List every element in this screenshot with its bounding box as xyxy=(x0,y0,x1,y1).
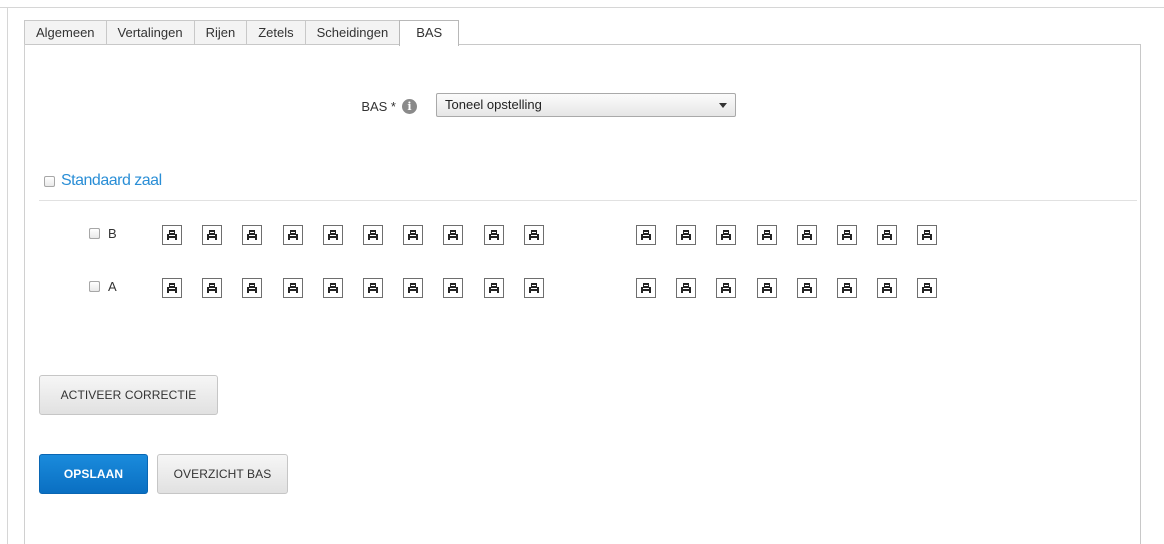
seat-icon[interactable] xyxy=(716,225,737,245)
page-frame-left xyxy=(7,7,8,544)
seat-icon[interactable] xyxy=(162,225,182,245)
seat-icon[interactable] xyxy=(796,225,817,245)
seat-icon[interactable] xyxy=(636,225,656,245)
save-button[interactable]: OPSLAAN xyxy=(39,454,148,494)
seat-icon[interactable] xyxy=(676,278,697,298)
seat-icon[interactable] xyxy=(282,278,303,298)
seat-icon[interactable] xyxy=(363,278,383,298)
panel-border-right xyxy=(1140,44,1141,544)
seat-icon[interactable] xyxy=(483,225,504,245)
seat-icon[interactable] xyxy=(403,278,424,298)
row-a-label: A xyxy=(108,279,117,294)
overview-bas-button[interactable]: OVERZICHT BAS xyxy=(157,454,288,494)
seat-icon[interactable] xyxy=(242,278,263,298)
chevron-down-icon xyxy=(719,103,727,108)
standard-hall-checkbox[interactable] xyxy=(44,175,55,187)
seat-icon[interactable] xyxy=(796,278,817,298)
seat-icon[interactable] xyxy=(837,278,857,298)
activate-correction-button[interactable]: ACTIVEER CORRECTIE xyxy=(39,375,218,415)
tab-zetels[interactable]: Zetels xyxy=(246,20,306,44)
tab-rijen[interactable]: Rijen xyxy=(193,20,248,44)
seat-icon[interactable] xyxy=(363,225,383,245)
page-frame-top xyxy=(0,7,1164,8)
bas-select[interactable]: Toneel opstelling xyxy=(436,93,736,117)
seat-icon[interactable] xyxy=(282,225,303,245)
standard-hall-row: Standaard zaal xyxy=(44,172,162,190)
seat-icon[interactable] xyxy=(716,278,737,298)
seat-icon[interactable] xyxy=(322,278,343,298)
tab-algemeen[interactable]: Algemeen xyxy=(24,20,107,44)
standard-hall-label[interactable]: Standaard zaal xyxy=(61,172,162,190)
seat-icon[interactable] xyxy=(483,278,504,298)
seat-icon[interactable] xyxy=(242,225,263,245)
seat-icon[interactable] xyxy=(523,225,544,245)
bas-select-value: Toneel opstelling xyxy=(445,97,542,112)
seat-icon[interactable] xyxy=(443,278,464,298)
seat-icon[interactable] xyxy=(403,225,424,245)
seat-icon[interactable] xyxy=(162,278,182,298)
bas-field-row: BAS * i Toneel opstelling xyxy=(340,93,736,119)
seat-icon[interactable] xyxy=(877,278,898,298)
tab-vertalingen[interactable]: Vertalingen xyxy=(105,20,195,44)
seat-icon[interactable] xyxy=(917,278,938,298)
info-icon[interactable]: i xyxy=(402,98,417,114)
seat-icon[interactable] xyxy=(202,225,223,245)
seat-icon[interactable] xyxy=(837,225,857,245)
seat-icon[interactable] xyxy=(523,278,544,298)
seat-icon[interactable] xyxy=(443,225,464,245)
seat-icon[interactable] xyxy=(756,278,777,298)
row-a-end-checkbox[interactable] xyxy=(89,281,100,292)
row-b-label: B xyxy=(108,226,117,241)
seat-icon[interactable] xyxy=(676,225,697,245)
tab-bas[interactable]: BAS xyxy=(399,20,460,46)
tab-scheidingen[interactable]: Scheidingen xyxy=(304,20,401,44)
bas-label: BAS * xyxy=(361,98,396,114)
seat-icon[interactable] xyxy=(756,225,777,245)
seat-icon[interactable] xyxy=(877,225,898,245)
seat-icon[interactable] xyxy=(917,225,938,245)
row-b-end-checkbox[interactable] xyxy=(89,228,100,239)
panel-border-left xyxy=(24,44,25,544)
seat-icon[interactable] xyxy=(322,225,343,245)
tab-bar: Algemeen Vertalingen Rijen Zetels Scheid… xyxy=(24,20,460,46)
section-divider xyxy=(39,200,1137,201)
seat-icon[interactable] xyxy=(636,278,656,298)
active-tab-gap xyxy=(400,44,459,45)
seat-icon[interactable] xyxy=(202,278,223,298)
